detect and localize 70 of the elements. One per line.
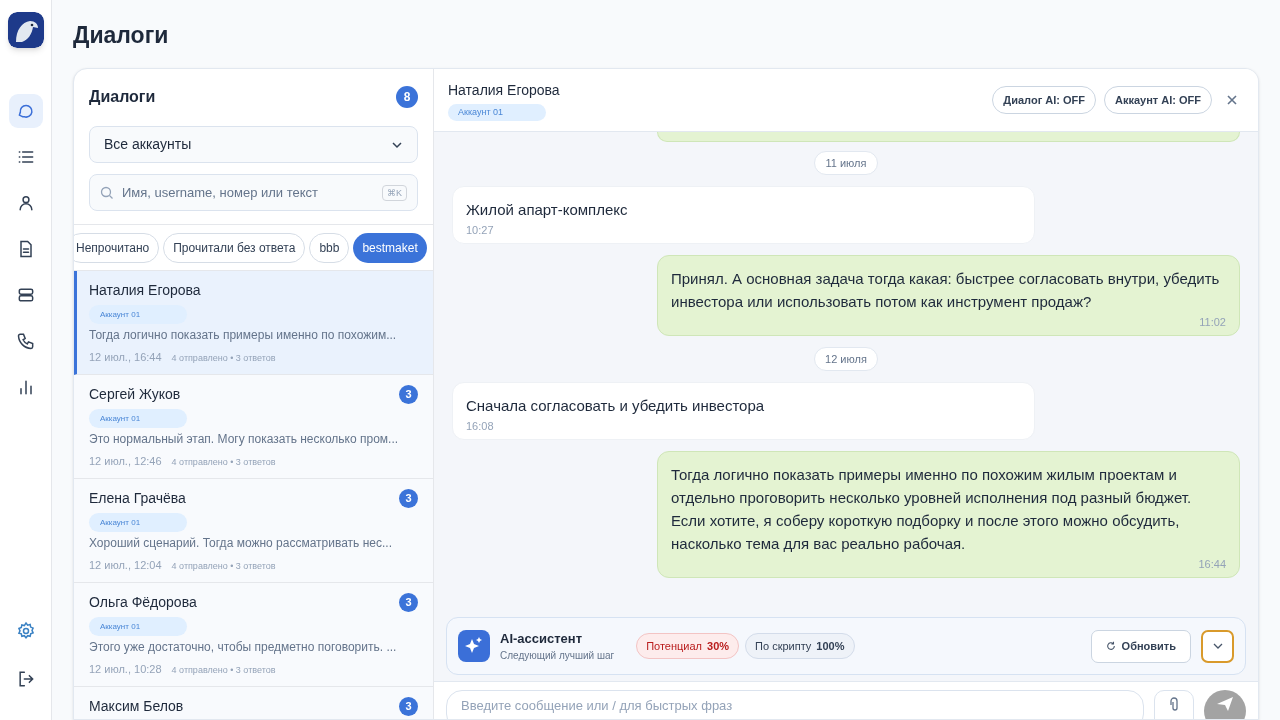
contact-name: Ольга Фёдорова [89, 592, 197, 612]
paperclip-icon [1168, 697, 1180, 713]
metric-label: Потенциал [646, 638, 703, 654]
message-time: 10:27 [466, 223, 495, 237]
unread-badge: 3 [399, 488, 418, 508]
message-preview: Этого уже достаточно, чтобы предметно поговорить. ... [89, 639, 398, 656]
ai-toggle-button[interactable]: Аккаунт AI: OFF [1104, 86, 1212, 114]
assistant-title: AI-ассистент [500, 629, 584, 648]
message-text: Сначала согласовать и убедить инвестора [466, 396, 766, 416]
message-text: Тогда логично показать примеры именно по похожим жилым проектам и отдельно проговорить несколько уровней исполнения под разный бюджет. Если хотите, я соберу короткую подборку и после этого можно обсудить, насколько тема для вас реально рабочая. [671, 465, 1193, 554]
metric-label: По скрипту [755, 638, 812, 654]
contact-name: Елена Грачёва [89, 488, 186, 508]
metric-value: 100% [816, 638, 845, 654]
contact-name: Наталия Егорова [448, 80, 560, 100]
close-icon[interactable] [1226, 94, 1238, 106]
message-text: Жилой апарт-комплекс [466, 200, 629, 220]
bird-logo-icon [7, 12, 44, 48]
unread-badge: 3 [399, 384, 418, 404]
filter-chip[interactable]: Прочитали без ответа [163, 233, 306, 263]
search-icon [100, 185, 114, 200]
message-preview: Тогда логично показать примеры именно по похожим... [89, 327, 398, 344]
unread-badge: 3 [399, 592, 418, 612]
contact-name: Наталия Егорова [89, 280, 201, 300]
refresh-button[interactable]: Обновить [1090, 629, 1191, 663]
count-badge: 8 [396, 86, 418, 108]
message-time: 16:08 [466, 419, 495, 433]
ai-toggle-button[interactable]: Диалог AI: OFF [992, 86, 1096, 114]
page-title: Диалоги [73, 21, 170, 50]
search-field[interactable]: Имя, username, номер или текст ⌘K [89, 174, 418, 211]
message-stats: 4 отправлено • 3 ответов [171, 560, 276, 573]
message-stats: 4 отправлено • 3 ответов [171, 352, 276, 365]
message-time: 12 июл., 10:28 [89, 662, 162, 677]
account-select[interactable]: Все аккаунты [89, 126, 418, 163]
refresh-icon [1105, 641, 1116, 651]
settings-icon[interactable] [15, 621, 36, 641]
date-separator: 11 июля [814, 151, 878, 175]
contact-name: Максим Белов [89, 696, 184, 716]
account-tag: Аккаунт 01 [89, 617, 187, 636]
dialog-item[interactable]: Елена Грачёва 3 Аккаунт 01 Хороший сценарий. Тогда можно рассматривать нес... 12 июл., 12:04 4 отправлено • 3 ответов [74, 479, 433, 583]
unread-badge: 3 [399, 696, 418, 716]
assistant-subtitle: Следующий лучший шаг [500, 649, 615, 664]
message-text: Принял. А основная задача тогда какая: быстрее согласовать внутри, убедить инвестора или использовать потом как инструмент продаж? [671, 269, 1221, 312]
phone-icon[interactable] [15, 331, 36, 351]
account-tag: Аккаунт 01 [89, 409, 187, 428]
date-separator: 12 июля [814, 347, 878, 371]
filter-chip[interactable]: bbb [309, 233, 350, 263]
dialog-item[interactable]: Максим Белов 3 [74, 687, 433, 719]
dialog-item[interactable]: Сергей Жуков 3 Аккаунт 01 Это нормальный этап. Могу показать несколько пром... 12 июл., 12:46 4 отправлено • 3 ответов [74, 375, 433, 479]
filter-chip[interactable]: bestmaket [353, 233, 427, 263]
message-preview: Хороший сценарий. Тогда можно рассматривать нес... [89, 535, 393, 552]
message-time: 12 июл., 16:44 [89, 350, 162, 365]
send-icon [1216, 696, 1234, 712]
account-tag: Аккаунт 01 [448, 103, 546, 121]
account-tag: Аккаунт 01 [89, 305, 187, 324]
dialog-item[interactable]: Ольга Фёдорова 3 Аккаунт 01 Этого уже достаточно, чтобы предметно поговорить. ... 12 июл., 10:28 4 отправлено • 3 ответов [74, 583, 433, 687]
message-time: 16:44 [1197, 557, 1226, 571]
message-stats: 4 отправлено • 3 ответов [171, 456, 276, 469]
filter-chip[interactable]: Непрочитано [74, 233, 160, 263]
panel-title: Диалоги [89, 87, 156, 107]
account-tag: Аккаунт 01 [89, 513, 187, 532]
sparkle-icon [458, 630, 490, 662]
message-time: 12 июл., 12:46 [89, 454, 162, 469]
dialog-item[interactable]: Наталия Егорова Аккаунт 01 Тогда логично показать примеры именно по похожим... 12 июл., 16:44 4 отправлено • 3 ответов [74, 271, 433, 375]
message-preview: Это нормальный этап. Могу показать несколько пром... [89, 431, 400, 448]
message-stats: 4 отправлено • 3 ответов [171, 664, 276, 677]
metric-value: 30% [707, 638, 730, 654]
message-time: 12 июл., 12:04 [89, 558, 162, 573]
contact-name: Сергей Жуков [89, 384, 181, 404]
message-time: 11:02 [1198, 315, 1226, 329]
shortcut-hint: ⌘K [382, 184, 407, 201]
